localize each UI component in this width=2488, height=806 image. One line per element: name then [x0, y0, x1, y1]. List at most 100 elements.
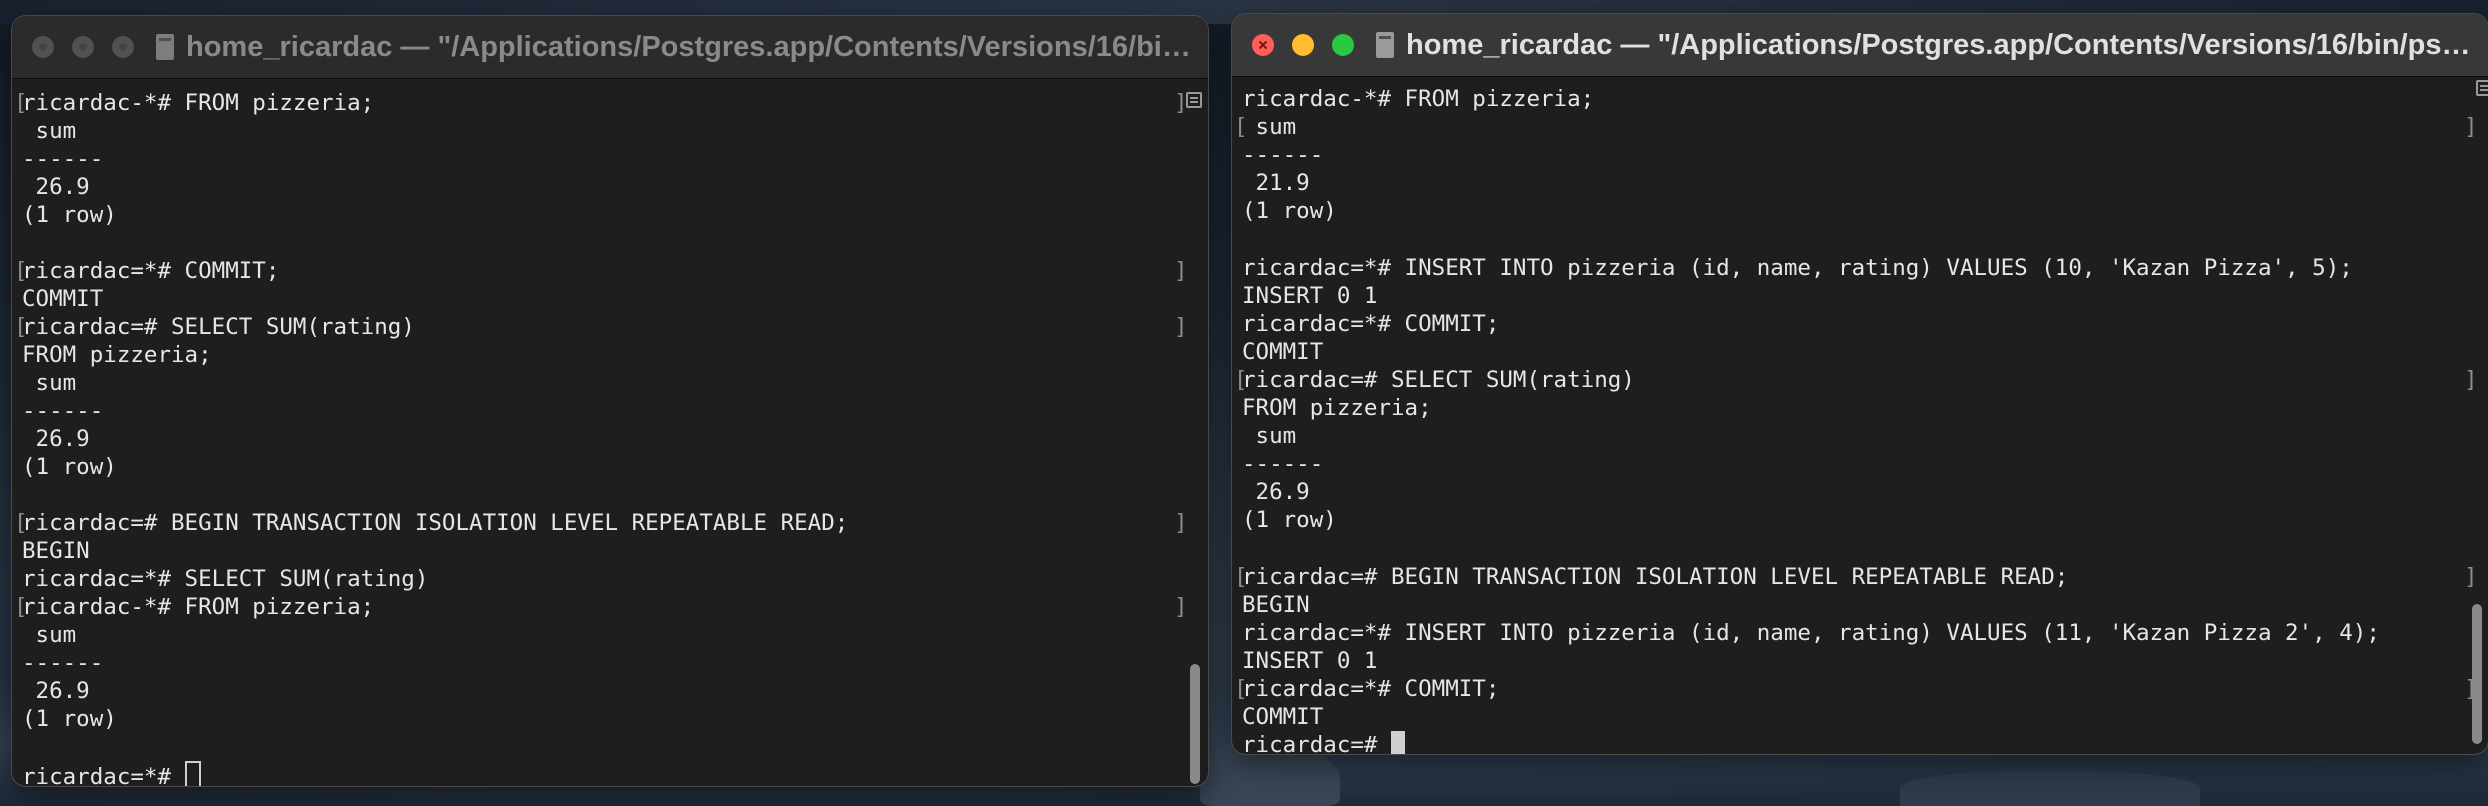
zoom-window-button[interactable]: [112, 36, 134, 58]
terminal-line-text: ricardac-*# FROM pizzeria;: [22, 594, 375, 620]
terminal-line-text: 21.9: [1242, 170, 1310, 197]
terminal-line-text: COMMIT: [1242, 338, 1324, 365]
terminal-line: [ricardac=*# COMMIT;]: [14, 257, 1208, 285]
window-title: home_ricardac — "/Applications/Postgres.…: [1406, 28, 2488, 61]
terminal-line: (1 row): [22, 201, 1208, 229]
prompt-line[interactable]: ricardac=*#: [22, 761, 1208, 786]
terminal-line-text: sum: [22, 370, 77, 396]
terminal-line-text: ricardac=*# COMMIT;: [22, 258, 280, 284]
command-mark-start: [: [1234, 563, 1248, 590]
command-mark-end: ]: [1174, 510, 1188, 536]
scrollbar-thumb[interactable]: [1190, 664, 1200, 784]
terminal-window-left[interactable]: home_ricardac — "/Applications/Postgres.…: [12, 16, 1208, 786]
terminal-line-text: (1 row): [1242, 198, 1337, 225]
terminal-line: (1 row): [1242, 197, 2488, 225]
scrollbar-thumb[interactable]: [2472, 604, 2482, 744]
split-pane-icon[interactable]: [1186, 92, 1202, 108]
terminal-line: 26.9: [22, 173, 1208, 201]
terminal-line: BEGIN: [22, 537, 1208, 565]
terminal-line: ricardac=*# SELECT SUM(rating): [22, 565, 1208, 593]
terminal-line: sum: [1242, 422, 2488, 450]
prompt-text: ricardac=#: [1242, 732, 1392, 754]
terminal-line-text: (1 row): [22, 706, 117, 732]
window-controls: [1252, 34, 1354, 56]
terminal-line-text: ricardac=*# INSERT INTO pizzeria (id, na…: [1242, 254, 2353, 281]
terminal-line: ricardac=*# INSERT INTO pizzeria (id, na…: [1242, 254, 2488, 282]
terminal-line-text: ricardac=# SELECT SUM(rating): [22, 314, 415, 340]
close-icon: [1258, 40, 1268, 50]
command-mark-start: [: [14, 594, 28, 620]
command-mark-start: [: [14, 314, 28, 340]
terminal-line-text: FROM pizzeria;: [1242, 395, 1432, 422]
terminal-line-text: 26.9: [22, 426, 90, 452]
terminal-line: sum: [22, 117, 1208, 145]
terminal-line: 26.9: [22, 677, 1208, 705]
terminal-line-text: ricardac=*# COMMIT;: [1242, 310, 1500, 337]
desktop-wallpaper-rock: [1900, 770, 2200, 806]
terminal-line-text: ricardac=*# SELECT SUM(rating): [22, 566, 429, 592]
terminal-line: ------: [22, 145, 1208, 173]
title-bar[interactable]: home_ricardac — "/Applications/Postgres.…: [1232, 14, 2488, 77]
terminal-line: ------: [1242, 450, 2488, 478]
terminal-line: [ sum]: [1234, 113, 2488, 141]
terminal-line: ricardac=*# COMMIT;: [1242, 310, 2488, 338]
terminal-line: ------: [22, 397, 1208, 425]
terminal-line: sum: [22, 369, 1208, 397]
terminal-line: (1 row): [1242, 506, 2488, 534]
terminal-output[interactable]: [ricardac-*# FROM pizzeria;] sum ------ 2…: [12, 79, 1208, 786]
prompt-line[interactable]: ricardac=#: [1242, 731, 2488, 754]
close-window-button[interactable]: [1252, 34, 1274, 56]
terminal-line-text: 26.9: [22, 678, 90, 704]
minimize-window-button[interactable]: [1292, 34, 1314, 56]
terminal-line-text: 26.9: [1242, 479, 1310, 506]
terminal-line-text: ricardac-*# FROM pizzeria;: [1242, 86, 1595, 112]
zoom-window-button[interactable]: [1332, 34, 1354, 56]
terminal-line: [ricardac=# SELECT SUM(rating)]: [14, 313, 1208, 341]
text-cursor: [1391, 731, 1406, 754]
prompt-text: ricardac=*#: [22, 764, 185, 786]
command-mark-start: [: [14, 510, 28, 536]
terminal-line-text: BEGIN: [22, 538, 90, 564]
terminal-line: INSERT 0 1: [1242, 282, 2488, 310]
terminal-line: COMMIT: [1242, 703, 2488, 731]
terminal-window-right[interactable]: home_ricardac — "/Applications/Postgres.…: [1232, 14, 2488, 754]
terminal-line-text: 26.9: [22, 174, 90, 200]
close-window-button[interactable]: [32, 36, 54, 58]
terminal-line: ricardac-*# FROM pizzeria;: [1242, 85, 2488, 113]
command-mark-end: ]: [1174, 594, 1188, 620]
terminal-line-text: ricardac=*# COMMIT;: [1242, 675, 1500, 702]
scrollbar[interactable]: [2470, 104, 2484, 750]
document-proxy-icon[interactable]: [156, 34, 174, 60]
terminal-line-text: ricardac=# BEGIN TRANSACTION ISOLATION L…: [22, 510, 849, 536]
terminal-line-text: COMMIT: [22, 286, 104, 312]
terminal-line: [ricardac=# BEGIN TRANSACTION ISOLATION …: [1234, 563, 2488, 591]
terminal-line-text: (1 row): [1242, 507, 1337, 534]
command-mark-end: ]: [1174, 314, 1188, 340]
command-mark-start: [: [14, 258, 28, 284]
terminal-output[interactable]: ricardac-*# FROM pizzeria;[ sum] ------ 2…: [1232, 77, 2488, 754]
terminal-line: INSERT 0 1: [1242, 647, 2488, 675]
terminal-line: FROM pizzeria;: [1242, 394, 2488, 422]
scrollbar[interactable]: [1188, 116, 1202, 784]
terminal-line: (1 row): [22, 705, 1208, 733]
terminal-line: ------: [1242, 141, 2488, 169]
terminal-line-text: ricardac=# BEGIN TRANSACTION ISOLATION L…: [1242, 563, 2069, 590]
command-mark-start: [: [1234, 366, 1248, 393]
title-bar[interactable]: home_ricardac — "/Applications/Postgres.…: [12, 16, 1208, 79]
terminal-line: FROM pizzeria;: [22, 341, 1208, 369]
terminal-line: ------: [22, 649, 1208, 677]
document-proxy-icon[interactable]: [1376, 32, 1394, 58]
terminal-line-text: COMMIT: [1242, 704, 1324, 731]
terminal-line-text: FROM pizzeria;: [22, 342, 212, 368]
terminal-line-text: ------: [1242, 142, 1324, 169]
split-pane-icon[interactable]: [2476, 80, 2488, 96]
command-mark-start: [: [14, 90, 28, 116]
terminal-line-text: INSERT 0 1: [1242, 282, 1378, 309]
terminal-line: COMMIT: [1242, 338, 2488, 366]
minimize-window-button[interactable]: [72, 36, 94, 58]
terminal-line-text: (1 row): [22, 454, 117, 480]
terminal-line-text: ricardac=*# INSERT INTO pizzeria (id, na…: [1242, 619, 2380, 646]
terminal-line-text: INSERT 0 1: [1242, 647, 1378, 674]
